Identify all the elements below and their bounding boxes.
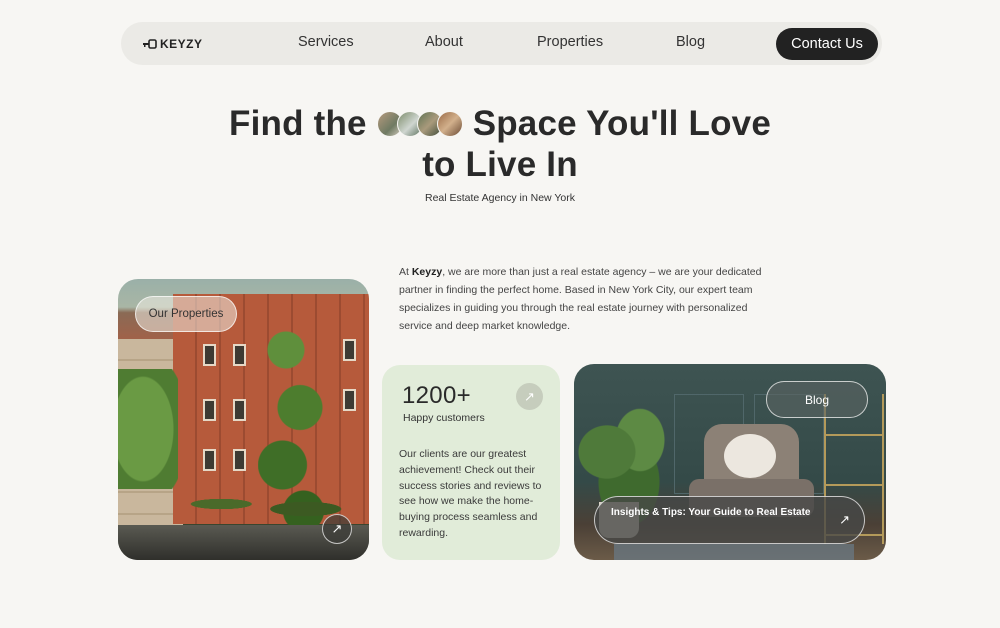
hero-title: Find the Space You'll Love to Live In — [0, 103, 1000, 185]
about-prefix: At — [399, 266, 412, 278]
stats-description: Our clients are our greatest achievement… — [399, 448, 542, 539]
pillow-image — [724, 434, 776, 478]
contact-button[interactable]: Contact Us — [776, 28, 878, 60]
customer-label: Happy customers — [403, 412, 485, 424]
logo[interactable]: KEYZY — [143, 36, 203, 52]
blog-card[interactable]: Blog Insights & Tips: Your Guide to Real… — [574, 364, 886, 560]
about-paragraph: At Keyzy, we are more than just a real e… — [399, 263, 774, 335]
nav-link-properties[interactable]: Properties — [537, 34, 603, 50]
top-nav: KEYZY Services About Properties Blog Con… — [121, 22, 882, 65]
nav-link-about[interactable]: About — [425, 34, 463, 50]
our-properties-button[interactable]: Our Properties — [135, 296, 237, 332]
hero-title-line2: to Live In — [422, 145, 578, 184]
hero-title-part1: Find the — [229, 104, 367, 143]
customer-count: 1200+ — [402, 382, 471, 409]
blog-button[interactable]: Blog — [766, 381, 868, 418]
hero-title-part2: Space You'll Love — [472, 104, 771, 143]
thumbnail-image — [436, 110, 463, 137]
logo-text: KEYZY — [160, 37, 203, 51]
rug-image — [614, 544, 854, 560]
blog-banner[interactable]: Insights & Tips: Your Guide to Real Esta… — [594, 496, 865, 544]
hero-subtitle: Real Estate Agency in New York — [424, 192, 575, 204]
property-thumbnails — [376, 110, 463, 137]
arrow-up-right-icon[interactable]: ↗ — [516, 383, 543, 410]
key-icon — [143, 39, 157, 49]
blog-banner-title: Insights & Tips: Your Guide to Real Esta… — [611, 507, 811, 518]
about-text: , we are more than just a real estate ag… — [399, 266, 762, 332]
tree-image — [118, 369, 178, 489]
arrow-up-right-icon: ↗ — [839, 512, 850, 527]
arrow-up-right-icon[interactable]: ↗ — [322, 514, 352, 544]
nav-link-services[interactable]: Services — [298, 34, 354, 50]
nav-link-blog[interactable]: Blog — [676, 34, 705, 50]
properties-card[interactable]: Our Properties ↗ — [118, 279, 369, 560]
about-brand: Keyzy — [411, 266, 443, 278]
stats-card: 1200+ Happy customers ↗ Our clients are … — [382, 365, 560, 560]
